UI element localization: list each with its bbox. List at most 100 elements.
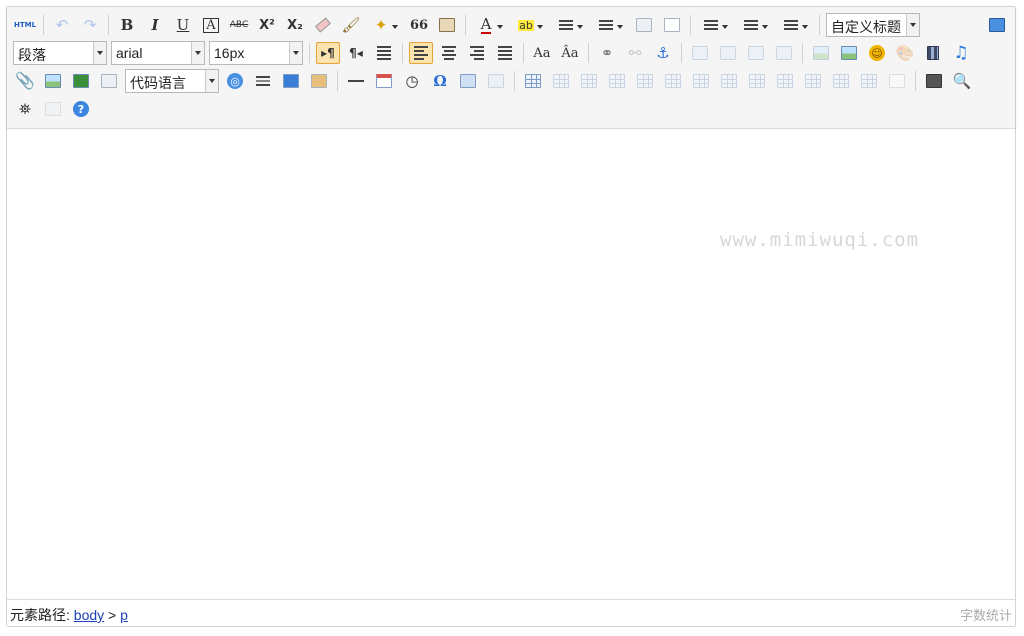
paragraph-select[interactable]: 段落 <box>13 41 107 65</box>
separator <box>915 71 916 91</box>
insert-row-button[interactable] <box>605 70 629 92</box>
insert-paragraph-before-table-button[interactable] <box>577 70 601 92</box>
music-button[interactable]: ♫ <box>949 42 973 64</box>
indent-button[interactable] <box>372 42 396 64</box>
delete-row-button[interactable] <box>633 70 657 92</box>
code-language-select[interactable]: 代码语言 <box>125 69 219 93</box>
insert-col-button[interactable] <box>661 70 685 92</box>
unordered-list-button[interactable] <box>592 14 628 36</box>
strikethrough-button[interactable]: ABC <box>227 14 251 36</box>
preview-button[interactable]: 🔍 <box>950 70 974 92</box>
background-button[interactable] <box>279 70 303 92</box>
fullscreen-button[interactable] <box>985 14 1009 36</box>
delete-col-button[interactable] <box>689 70 713 92</box>
to-lowercase-button[interactable]: Âa <box>558 42 582 64</box>
select-all-icon <box>636 18 652 32</box>
separator <box>337 71 338 91</box>
page-break-button[interactable] <box>251 70 275 92</box>
wordimage-button[interactable] <box>484 70 508 92</box>
split-to-cells-button[interactable] <box>801 70 825 92</box>
palette-icon: 🎨 <box>895 43 915 62</box>
source-html-button[interactable]: HTML <box>13 14 37 36</box>
fontborder-button[interactable]: A <box>199 14 223 36</box>
merge-down-icon <box>777 74 793 88</box>
bold-button[interactable]: B <box>115 14 139 36</box>
element-path-p-link[interactable]: p <box>120 607 128 623</box>
direction-ltr-button[interactable]: ▸¶ <box>316 42 340 64</box>
search-replace-button[interactable]: ⛯ <box>13 98 37 120</box>
align-left-button[interactable] <box>409 42 433 64</box>
binoculars-icon: ⛯ <box>18 99 31 118</box>
element-path-body-link[interactable]: body <box>74 607 104 623</box>
format-painter-button[interactable]: 🖌 <box>339 14 363 36</box>
image-right-button[interactable] <box>744 42 768 64</box>
select-all-button[interactable] <box>632 14 656 36</box>
delete-table-button[interactable] <box>549 70 573 92</box>
attachment-button[interactable]: 📎 <box>13 70 37 92</box>
scrawl-button[interactable]: 🎨 <box>893 42 917 64</box>
editor-toolbar: HTML ↶ ↷ B I U A ABC X² X₂ 🖌 ✦ 66 A ab 自… <box>7 7 1015 129</box>
line-height-button[interactable] <box>777 14 813 36</box>
image-center-button[interactable] <box>772 42 796 64</box>
to-uppercase-button[interactable]: Aa <box>530 42 554 64</box>
redo-button[interactable]: ↷ <box>78 14 102 36</box>
image-none-button[interactable] <box>688 42 712 64</box>
horizontal-rule-button[interactable] <box>344 70 368 92</box>
insert-table-button[interactable] <box>521 70 545 92</box>
ordered-list-button[interactable] <box>552 14 588 36</box>
image-left-button[interactable] <box>716 42 740 64</box>
template-button[interactable] <box>307 70 331 92</box>
simple-upload-button[interactable] <box>809 42 833 64</box>
map-button[interactable] <box>41 70 65 92</box>
smiley-icon: ☺ <box>869 45 885 61</box>
merge-down-button[interactable] <box>773 70 797 92</box>
font-size-select[interactable]: 16px <box>209 41 303 65</box>
row-spacing-top-button[interactable] <box>697 14 733 36</box>
subscript-button[interactable]: X₂ <box>283 14 307 36</box>
undo-button[interactable]: ↶ <box>50 14 74 36</box>
magnifier-icon: 🔍 <box>952 71 972 90</box>
font-family-select[interactable]: arial <box>111 41 205 65</box>
backcolor-button[interactable]: ab <box>512 14 548 36</box>
snapscreen-button[interactable] <box>456 70 480 92</box>
split-to-cols-button[interactable] <box>857 70 881 92</box>
unlink-button[interactable]: ⚯ <box>623 42 647 64</box>
special-chars-button[interactable]: Ω <box>428 70 452 92</box>
web-app-button[interactable]: ◎ <box>223 70 247 92</box>
link-button[interactable]: ⚭ <box>595 42 619 64</box>
split-to-rows-button[interactable] <box>829 70 853 92</box>
monitor-icon <box>989 18 1005 32</box>
underline-button[interactable]: U <box>171 14 195 36</box>
autotypeset-button[interactable]: ✦ <box>367 14 403 36</box>
paste-plain-button[interactable] <box>435 14 459 36</box>
print-button[interactable] <box>922 70 946 92</box>
align-justify-button[interactable] <box>493 42 517 64</box>
insert-time-button[interactable]: ◷ <box>400 70 424 92</box>
clear-doc-button[interactable] <box>660 14 684 36</box>
merge-cells-button[interactable] <box>717 70 741 92</box>
help-button[interactable]: ? <box>69 98 93 120</box>
forecolor-button[interactable]: A <box>472 14 508 36</box>
custom-title-select[interactable]: 自定义标题 <box>826 13 920 37</box>
gmap-button[interactable] <box>69 70 93 92</box>
align-center-button[interactable] <box>437 42 461 64</box>
drafts-button[interactable] <box>41 98 65 120</box>
row-spacing-bottom-button[interactable] <box>737 14 773 36</box>
align-right-button[interactable] <box>465 42 489 64</box>
insert-video-button[interactable] <box>921 42 945 64</box>
italic-button[interactable]: I <box>143 14 167 36</box>
ordered-list-icon <box>559 20 573 30</box>
emotion-button[interactable]: ☺ <box>865 42 889 64</box>
insert-frame-button[interactable] <box>97 70 121 92</box>
charts-button[interactable] <box>885 70 909 92</box>
anchor-button[interactable]: ⚓ <box>651 42 675 64</box>
ltr-icon: ▸¶ <box>321 46 335 60</box>
eraser-button[interactable] <box>311 14 335 36</box>
insert-image-button[interactable] <box>837 42 861 64</box>
merge-right-button[interactable] <box>745 70 769 92</box>
blockquote-button[interactable]: 66 <box>407 14 431 36</box>
insert-date-button[interactable] <box>372 70 396 92</box>
superscript-button[interactable]: X² <box>255 14 279 36</box>
editor-content-area[interactable]: www.mimiwuqi.com <box>7 129 1015 599</box>
direction-rtl-button[interactable]: ¶◂ <box>344 42 368 64</box>
